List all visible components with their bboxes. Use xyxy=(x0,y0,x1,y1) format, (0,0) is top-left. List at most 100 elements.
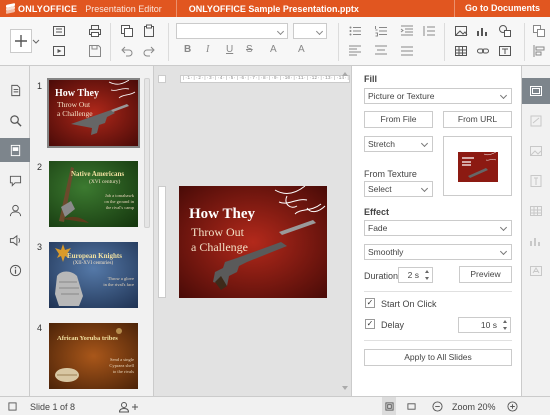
underline-icon[interactable]: U xyxy=(226,44,233,55)
slides-panel-button[interactable] xyxy=(0,138,30,162)
insert-chart-button[interactable] xyxy=(474,23,492,39)
scrollbar-thumb[interactable] xyxy=(144,78,150,228)
fill-type-select[interactable]: Picture or Texture xyxy=(364,88,512,104)
search-button[interactable] xyxy=(7,112,23,128)
paragraph-settings-tab[interactable] xyxy=(529,174,543,188)
comments-button[interactable] xyxy=(7,172,23,188)
thumb-note: Send a single Cypraea shell to the rivals xyxy=(109,357,134,374)
slide-title-line[interactable]: Throw Out xyxy=(191,225,244,240)
line-spacing-button[interactable] xyxy=(420,23,438,39)
add-slide-dropdown[interactable] xyxy=(32,29,40,53)
redo-button[interactable] xyxy=(140,43,158,59)
font-color-icon[interactable]: A xyxy=(270,44,277,55)
highlight-color-icon[interactable]: A xyxy=(298,44,305,55)
slide-thumbnail-2[interactable]: Native Americans (XVI century) Jab a tom… xyxy=(49,161,138,227)
text-art-settings-tab[interactable] xyxy=(529,264,543,278)
chart-settings-tab[interactable] xyxy=(529,234,543,248)
insert-image-button[interactable] xyxy=(452,23,470,39)
apply-to-all-slides-button[interactable]: Apply to All Slides xyxy=(364,349,512,366)
thumb-subtitle: (XVI century) xyxy=(89,179,121,185)
paste-button[interactable] xyxy=(140,23,158,39)
insert-text-box-button[interactable] xyxy=(496,43,514,59)
numbering-button[interactable] xyxy=(372,23,390,39)
slide-thumbnail-4[interactable]: African Yoruba tribes Send a single Cypra… xyxy=(49,323,138,389)
toolbar-separator xyxy=(444,23,445,61)
change-layout-button[interactable] xyxy=(50,23,68,39)
scroll-down-arrow-icon[interactable] xyxy=(342,386,348,390)
co-editing-users-button[interactable] xyxy=(118,397,142,415)
effect-type-select[interactable]: Smoothly xyxy=(364,244,512,260)
slide-title[interactable]: How They xyxy=(189,206,255,223)
vertical-ruler[interactable] xyxy=(158,186,166,298)
thumb-subtitle: (XII-XVI centuries) xyxy=(73,261,114,266)
minus-circle-icon xyxy=(432,401,443,412)
slide-counter[interactable]: Slide 1 of 8 xyxy=(30,397,75,415)
strikethrough-icon[interactable]: S xyxy=(246,44,253,55)
slide-title-line[interactable]: a Challenge xyxy=(191,240,248,255)
thumbnails-scrollbar[interactable] xyxy=(144,70,150,392)
font-size-select[interactable] xyxy=(293,23,327,39)
current-slide-canvas[interactable]: How They Throw Out a Challenge xyxy=(179,186,327,298)
insert-hyperlink-button[interactable] xyxy=(474,43,492,59)
image-settings-tab[interactable] xyxy=(529,144,543,158)
zoom-in-button[interactable] xyxy=(507,397,518,415)
user-icon xyxy=(9,204,21,216)
delay-input[interactable]: 10 s xyxy=(458,317,511,333)
fit-to-slide-button[interactable] xyxy=(382,397,396,415)
about-button[interactable] xyxy=(7,262,23,278)
copy-button[interactable] xyxy=(118,23,136,39)
from-url-button[interactable]: From URL xyxy=(443,111,512,128)
bullets-button[interactable] xyxy=(346,23,364,39)
align-shape-icon xyxy=(533,45,545,57)
save-button[interactable] xyxy=(86,43,104,59)
vertical-align-button[interactable] xyxy=(372,43,390,59)
from-file-button[interactable]: From File xyxy=(364,111,433,128)
stretch-select[interactable]: Stretch xyxy=(364,136,433,152)
table-settings-tab[interactable] xyxy=(529,204,543,218)
users-button[interactable] xyxy=(7,202,23,218)
shape-settings-tab[interactable] xyxy=(529,114,543,128)
layout-icon xyxy=(53,26,65,36)
arrange-button[interactable] xyxy=(530,23,548,39)
numbered-list-icon xyxy=(375,26,387,37)
fit-slide-icon xyxy=(384,402,394,411)
indent-button[interactable] xyxy=(398,23,416,39)
font-family-select[interactable] xyxy=(176,23,288,39)
slide-settings-tab[interactable] xyxy=(522,78,550,104)
text-direction-button[interactable] xyxy=(398,43,416,59)
onlyoffice-logo[interactable]: ONLYOFFICE xyxy=(6,3,77,14)
horizontal-ruler[interactable]: |·1·|·2·|·3·|·4·|·5·|·6·|·7·|·8·|·9·|·10… xyxy=(180,75,350,83)
texture-select[interactable]: Select xyxy=(364,181,433,197)
scroll-up-arrow-icon[interactable] xyxy=(342,72,348,76)
slide-thumbnail-3[interactable]: European Knights (XII-XVI centuries) Thr… xyxy=(49,242,138,308)
add-slide-button[interactable] xyxy=(10,29,32,53)
bold-icon[interactable]: B xyxy=(184,44,191,55)
duration-input[interactable]: 2 s xyxy=(398,267,433,283)
effect-label: Effect xyxy=(364,207,390,217)
italic-icon[interactable]: I xyxy=(206,44,209,55)
zoom-out-button[interactable] xyxy=(432,397,443,415)
delay-checkbox[interactable]: ✓ xyxy=(365,319,375,329)
align-shape-button[interactable] xyxy=(530,43,548,59)
feedback-button[interactable] xyxy=(7,232,23,248)
text-art-settings-icon xyxy=(530,266,542,276)
left-rail xyxy=(0,66,30,396)
print-button[interactable] xyxy=(86,23,104,39)
insert-table-button[interactable] xyxy=(452,43,470,59)
insert-shape-button[interactable] xyxy=(496,23,514,39)
slide-thumbnail-1[interactable]: How They Throw Out a Challenge xyxy=(47,78,140,148)
align-left-button[interactable] xyxy=(346,43,364,59)
toolbar-separator xyxy=(338,23,339,61)
fit-to-width-button[interactable] xyxy=(407,397,416,415)
start-on-click-checkbox[interactable]: ✓ xyxy=(365,298,375,308)
slide-nav-icon[interactable] xyxy=(8,397,17,415)
undo-button[interactable] xyxy=(118,43,136,59)
thumb-title: How They xyxy=(55,88,99,99)
editor-scrollbar[interactable] xyxy=(339,66,351,396)
thumb-title-line: a Challenge xyxy=(57,109,93,118)
effect-select[interactable]: Fade xyxy=(364,220,512,236)
preview-button[interactable]: Preview xyxy=(459,266,512,283)
file-menu-button[interactable] xyxy=(7,82,23,98)
go-to-documents-link[interactable]: Go to Documents xyxy=(453,0,550,17)
start-slideshow-button[interactable] xyxy=(50,43,68,59)
